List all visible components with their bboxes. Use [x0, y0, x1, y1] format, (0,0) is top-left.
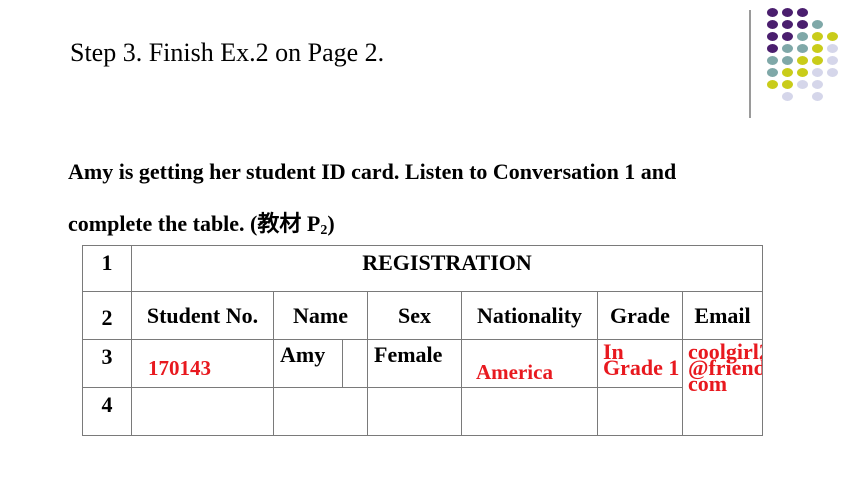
decor-dot	[767, 68, 778, 77]
decor-dot	[812, 20, 823, 29]
header-student-no: Student No.	[131, 291, 274, 340]
decor-dot	[827, 44, 838, 53]
instruction-line-2-end: )	[327, 211, 335, 236]
decor-dot	[797, 32, 808, 41]
blank-cell	[342, 339, 368, 388]
table-row: 1 REGISTRATION	[82, 245, 764, 292]
decor-dot	[767, 80, 778, 89]
decor-dot	[797, 80, 808, 89]
answer-nationality: America	[476, 360, 553, 384]
decor-dot	[812, 92, 823, 101]
decor-dot	[812, 80, 823, 89]
decor-dot	[782, 56, 793, 65]
decor-dot	[782, 32, 793, 41]
decor-dot	[767, 32, 778, 41]
dot-grid-decoration	[765, 8, 845, 108]
answer-name: Amy	[273, 339, 343, 388]
instruction-text: Amy is getting her student ID card. List…	[68, 146, 808, 257]
header-nationality: Nationality	[461, 291, 598, 340]
answer-nationality-cell: America	[461, 339, 598, 388]
row-number: 4	[82, 387, 132, 436]
decor-dot	[797, 8, 808, 17]
header-grade: Grade	[597, 291, 683, 340]
decor-dot	[782, 8, 793, 17]
decor-dot	[767, 8, 778, 17]
answer-student-no-cell: 170143	[131, 339, 274, 388]
decor-dot	[797, 56, 808, 65]
empty-cell	[273, 387, 368, 436]
row-number: 2	[82, 291, 132, 340]
step-title: Step 3. Finish Ex.2 on Page 2.	[70, 38, 385, 67]
row-number: 3	[82, 339, 132, 388]
decor-dot	[782, 44, 793, 53]
row-number: 1	[82, 245, 132, 292]
decor-dot	[782, 80, 793, 89]
table-row: 2 Student No. Name Sex Nationality Grade…	[82, 291, 764, 340]
instruction-line-2-main: complete the table. (教材 P	[68, 211, 321, 236]
divider-line	[749, 10, 751, 118]
decor-dot	[782, 20, 793, 29]
decor-dot	[767, 44, 778, 53]
table-row: 3 170143 Amy Female America In Grade 1 c…	[82, 339, 764, 436]
empty-cell	[367, 387, 462, 436]
decor-dot	[767, 56, 778, 65]
table-title: REGISTRATION	[130, 245, 764, 292]
decor-dot	[812, 44, 823, 53]
instruction-line-1: Amy is getting her student ID card. List…	[68, 159, 677, 184]
table-row: 4	[82, 387, 763, 436]
decor-dot	[827, 32, 838, 41]
empty-cell	[597, 387, 683, 436]
decor-dot	[812, 68, 823, 77]
header-email: Email	[681, 291, 764, 340]
decor-dot	[782, 92, 793, 101]
decor-dot	[827, 56, 838, 65]
registration-table: 1 REGISTRATION 2 Student No. Name Sex Na…	[82, 245, 764, 436]
header-sex: Sex	[367, 291, 462, 340]
decor-dot	[797, 20, 808, 29]
decor-dot	[812, 32, 823, 41]
empty-cell	[131, 387, 274, 436]
answer-sex: Female	[367, 339, 462, 388]
answer-grade: In Grade 1	[597, 339, 683, 388]
decor-dot	[797, 44, 808, 53]
decor-dot	[782, 68, 793, 77]
answer-student-no: 170143	[148, 356, 211, 380]
decor-dot	[827, 68, 838, 77]
decor-dot	[797, 68, 808, 77]
decor-dot	[767, 20, 778, 29]
header-name: Name	[273, 291, 368, 340]
empty-cell	[461, 387, 598, 436]
answer-email: coolgirl21 @friends. com	[681, 339, 764, 436]
decor-dot	[812, 56, 823, 65]
